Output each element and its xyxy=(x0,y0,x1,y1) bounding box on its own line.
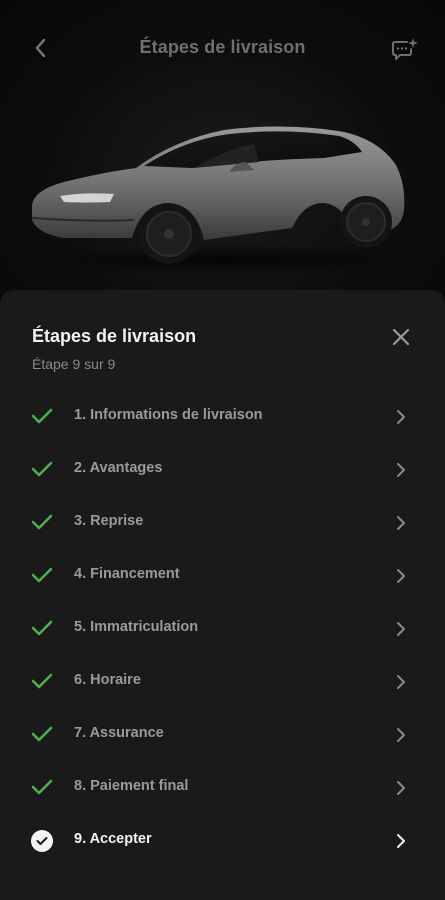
check-circle-icon xyxy=(31,830,53,852)
checkmark-icon xyxy=(31,461,53,477)
checkmark-icon xyxy=(31,620,53,636)
step-final-payment[interactable]: 8. Paiement final xyxy=(0,761,445,814)
step-label: 4. Financement xyxy=(74,566,180,582)
chevron-right-icon xyxy=(397,834,405,848)
step-registration[interactable]: 5. Immatriculation xyxy=(0,602,445,655)
close-icon xyxy=(392,328,410,346)
checkmark-icon xyxy=(31,514,53,530)
step-trade-in[interactable]: 3. Reprise xyxy=(0,496,445,549)
chevron-right-icon xyxy=(397,781,405,795)
close-button[interactable] xyxy=(388,324,414,350)
chevron-right-icon xyxy=(397,516,405,530)
step-schedule[interactable]: 6. Horaire xyxy=(0,655,445,708)
chat-button[interactable] xyxy=(390,36,420,62)
step-label: 3. Reprise xyxy=(74,513,144,529)
step-advantages[interactable]: 2. Avantages xyxy=(0,443,445,496)
sheet-title: Étapes de livraison xyxy=(32,326,197,346)
page-title: Étapes de livraison xyxy=(139,37,306,57)
chat-sparkle-icon xyxy=(392,38,418,60)
step-accept[interactable]: 9. Accepter xyxy=(0,814,445,867)
step-label: 6. Horaire xyxy=(74,672,141,688)
step-label: 8. Paiement final xyxy=(74,778,189,794)
chevron-right-icon xyxy=(397,410,405,424)
chevron-right-icon xyxy=(397,569,405,583)
step-label: 2. Avantages xyxy=(74,460,163,476)
vehicle-header: Étapes de livraison xyxy=(0,0,445,300)
step-label: 1. Informations de livraison xyxy=(74,407,263,423)
step-progress: Étape 9 sur 9 xyxy=(32,356,116,372)
step-delivery-info[interactable]: 1. Informations de livraison xyxy=(0,390,445,443)
step-label: 9. Accepter xyxy=(74,831,152,847)
chevron-right-icon xyxy=(397,675,405,689)
chevron-right-icon xyxy=(397,728,405,742)
step-label: 5. Immatriculation xyxy=(74,619,199,635)
chevron-right-icon xyxy=(397,622,405,636)
checkmark-icon xyxy=(31,567,53,583)
chevron-right-icon xyxy=(397,463,405,477)
checkmark-icon xyxy=(31,408,53,424)
vehicle-image xyxy=(31,126,414,276)
step-insurance[interactable]: 7. Assurance xyxy=(0,708,445,761)
checkmark-icon xyxy=(31,673,53,689)
delivery-steps-sheet: Étapes de livraison Étape 9 sur 9 1. Inf… xyxy=(0,290,445,900)
checkmark-icon xyxy=(31,726,53,742)
step-label: 7. Assurance xyxy=(74,725,164,741)
checkmark-icon xyxy=(31,779,53,795)
step-financing[interactable]: 4. Financement xyxy=(0,549,445,602)
